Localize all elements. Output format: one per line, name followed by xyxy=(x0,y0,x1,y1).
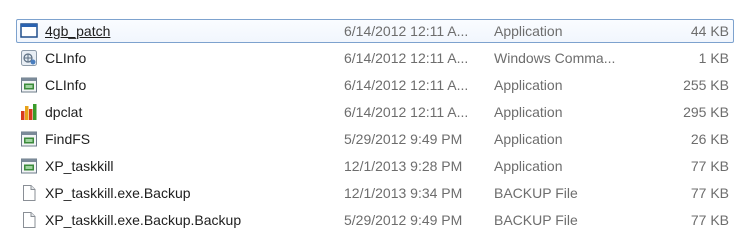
blank-file-icon xyxy=(23,212,36,228)
file-type: Application xyxy=(494,131,563,147)
file-date: 6/14/2012 12:11 A... xyxy=(344,23,469,39)
file-date: 12/1/2013 9:28 PM xyxy=(344,158,463,174)
file-size: 77 KB xyxy=(690,158,729,174)
file-size: 1 KB xyxy=(698,50,729,66)
file-row-4gb-patch[interactable]: 4gb_patch 6/14/2012 12:11 A... Applicati… xyxy=(16,19,734,43)
exe-app-icon xyxy=(21,158,37,174)
file-row-dpclat[interactable]: dpclat 6/14/2012 12:11 A... Application … xyxy=(16,100,734,124)
file-row-xp-taskkill[interactable]: XP_taskkill 12/1/2013 9:28 PM Applicatio… xyxy=(16,154,734,178)
file-type: Application xyxy=(494,158,563,174)
file-size: 26 KB xyxy=(690,131,729,147)
file-row-clinfo-cmd[interactable]: CLInfo 6/14/2012 12:11 A... Windows Comm… xyxy=(16,46,734,70)
file-name: CLInfo xyxy=(45,77,87,93)
script-file-icon xyxy=(21,50,37,66)
file-date: 5/29/2012 9:49 PM xyxy=(344,212,463,228)
file-type: Application xyxy=(494,77,563,93)
file-date: 6/14/2012 12:11 A... xyxy=(344,77,469,93)
file-row-xp-taskkill-backup[interactable]: XP_taskkill.exe.Backup 12/1/2013 9:34 PM… xyxy=(16,181,734,205)
exe-app-icon xyxy=(21,77,37,93)
file-size: 255 KB xyxy=(683,77,729,93)
bar-chart-icon xyxy=(21,104,37,120)
blank-file-icon xyxy=(23,185,36,201)
file-date: 5/29/2012 9:49 PM xyxy=(344,131,463,147)
file-row-findfs[interactable]: FindFS 5/29/2012 9:49 PM Application 26 … xyxy=(16,127,734,151)
file-type: BACKUP File xyxy=(494,212,578,228)
file-date: 6/14/2012 12:11 A... xyxy=(344,50,469,66)
file-name: XP_taskkill.exe.Backup xyxy=(45,185,191,201)
file-date: 6/14/2012 12:11 A... xyxy=(344,104,469,120)
file-type: Application xyxy=(494,104,563,120)
file-name: XP_taskkill.exe.Backup.Backup xyxy=(45,212,242,228)
file-size: 77 KB xyxy=(690,185,729,201)
file-row-xp-taskkill-backup-backup[interactable]: XP_taskkill.exe.Backup.Backup 5/29/2012 … xyxy=(16,208,734,232)
file-name: CLInfo xyxy=(45,50,87,66)
file-date: 12/1/2013 9:34 PM xyxy=(344,185,463,201)
file-type: BACKUP File xyxy=(494,185,578,201)
file-type: Windows Comma... xyxy=(494,50,616,66)
file-name: XP_taskkill xyxy=(45,158,114,174)
file-name: dpclat xyxy=(45,104,83,120)
file-size: 44 KB xyxy=(690,23,729,39)
exe-app-icon xyxy=(21,131,37,147)
file-name: 4gb_patch xyxy=(45,23,111,39)
file-size: 295 KB xyxy=(683,104,729,120)
file-type: Application xyxy=(494,23,563,39)
file-name: FindFS xyxy=(45,131,91,147)
file-row-clinfo-app[interactable]: CLInfo 6/14/2012 12:11 A... Application … xyxy=(16,73,734,97)
window-app-icon xyxy=(20,23,38,38)
file-size: 77 KB xyxy=(690,212,729,228)
file-list: 4gb_patch 6/14/2012 12:11 A... Applicati… xyxy=(0,0,749,242)
